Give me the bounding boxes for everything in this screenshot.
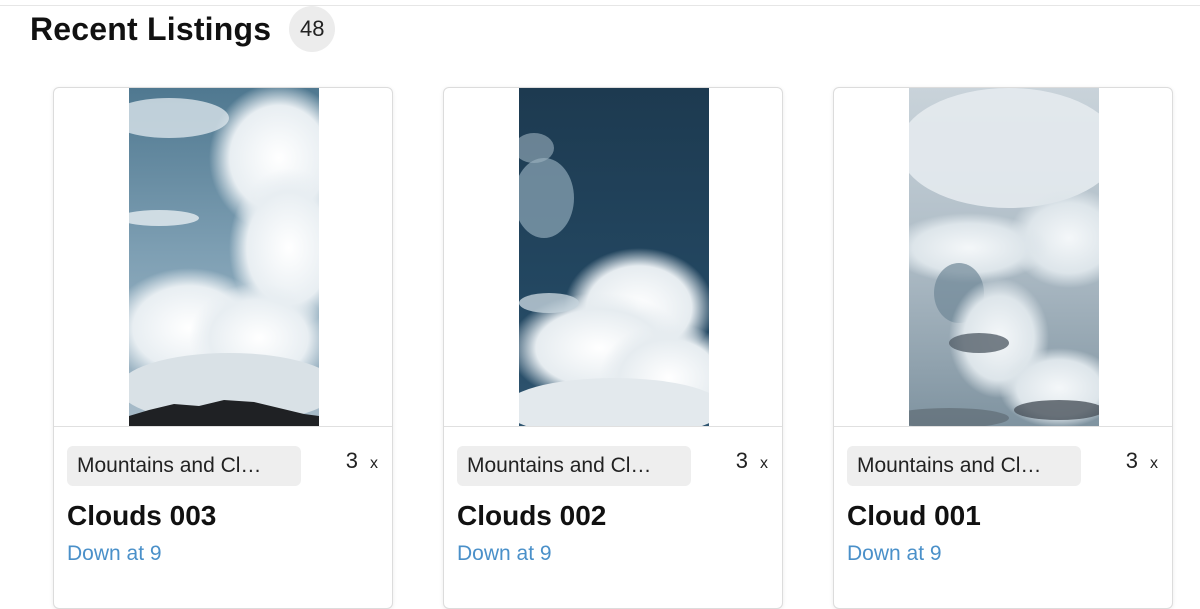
collection-label: Mountains and Cl… [857, 454, 1042, 477]
listing-image[interactable] [909, 88, 1099, 426]
listing-status-link[interactable]: Down at 9 [67, 542, 162, 566]
quantity-value: 3 [345, 448, 358, 473]
listing-card[interactable]: Mountains and Cl… 3 x Clouds 002 Down at… [443, 87, 783, 609]
listing-meta: Mountains and Cl… 3 x [67, 446, 378, 486]
quantity-indicator: 3 x [346, 448, 378, 474]
collection-chip[interactable]: Mountains and Cl… [847, 446, 1081, 486]
listing-image[interactable] [519, 88, 709, 426]
section-title: Recent Listings [30, 10, 272, 47]
listing-title[interactable]: Clouds 003 [67, 500, 216, 532]
listing-image[interactable] [129, 88, 319, 426]
section-header: Recent Listings 48 [30, 6, 336, 52]
quantity-indicator: 3 x [736, 448, 768, 474]
listing-title[interactable]: Clouds 002 [457, 500, 606, 532]
listing-status-link[interactable]: Down at 9 [847, 542, 942, 566]
quantity-indicator: 3 x [1126, 448, 1158, 474]
quantity-suffix: x [1150, 455, 1158, 472]
collection-chip[interactable]: Mountains and Cl… [67, 446, 301, 486]
listing-grid: Mountains and Cl… 3 x Clouds 003 Down at… [53, 87, 1173, 609]
listing-card[interactable]: Mountains and Cl… 3 x Clouds 003 Down at… [53, 87, 393, 609]
listing-meta: Mountains and Cl… 3 x [847, 446, 1158, 486]
quantity-suffix: x [760, 455, 768, 472]
collection-chip[interactable]: Mountains and Cl… [457, 446, 691, 486]
collection-label: Mountains and Cl… [467, 454, 652, 477]
collection-label: Mountains and Cl… [77, 454, 262, 477]
listing-title[interactable]: Cloud 001 [847, 500, 981, 532]
listing-thumbnail-area[interactable] [834, 88, 1172, 427]
listing-card[interactable]: Mountains and Cl… 3 x Cloud 001 Down at … [833, 87, 1173, 609]
quantity-value: 3 [1125, 448, 1138, 473]
quantity-value: 3 [735, 448, 748, 473]
listing-meta: Mountains and Cl… 3 x [457, 446, 768, 486]
quantity-suffix: x [370, 455, 378, 472]
listing-thumbnail-area[interactable] [444, 88, 782, 427]
listing-count-badge: 48 [289, 6, 336, 52]
listing-status-link[interactable]: Down at 9 [457, 542, 552, 566]
listing-thumbnail-area[interactable] [54, 88, 392, 427]
